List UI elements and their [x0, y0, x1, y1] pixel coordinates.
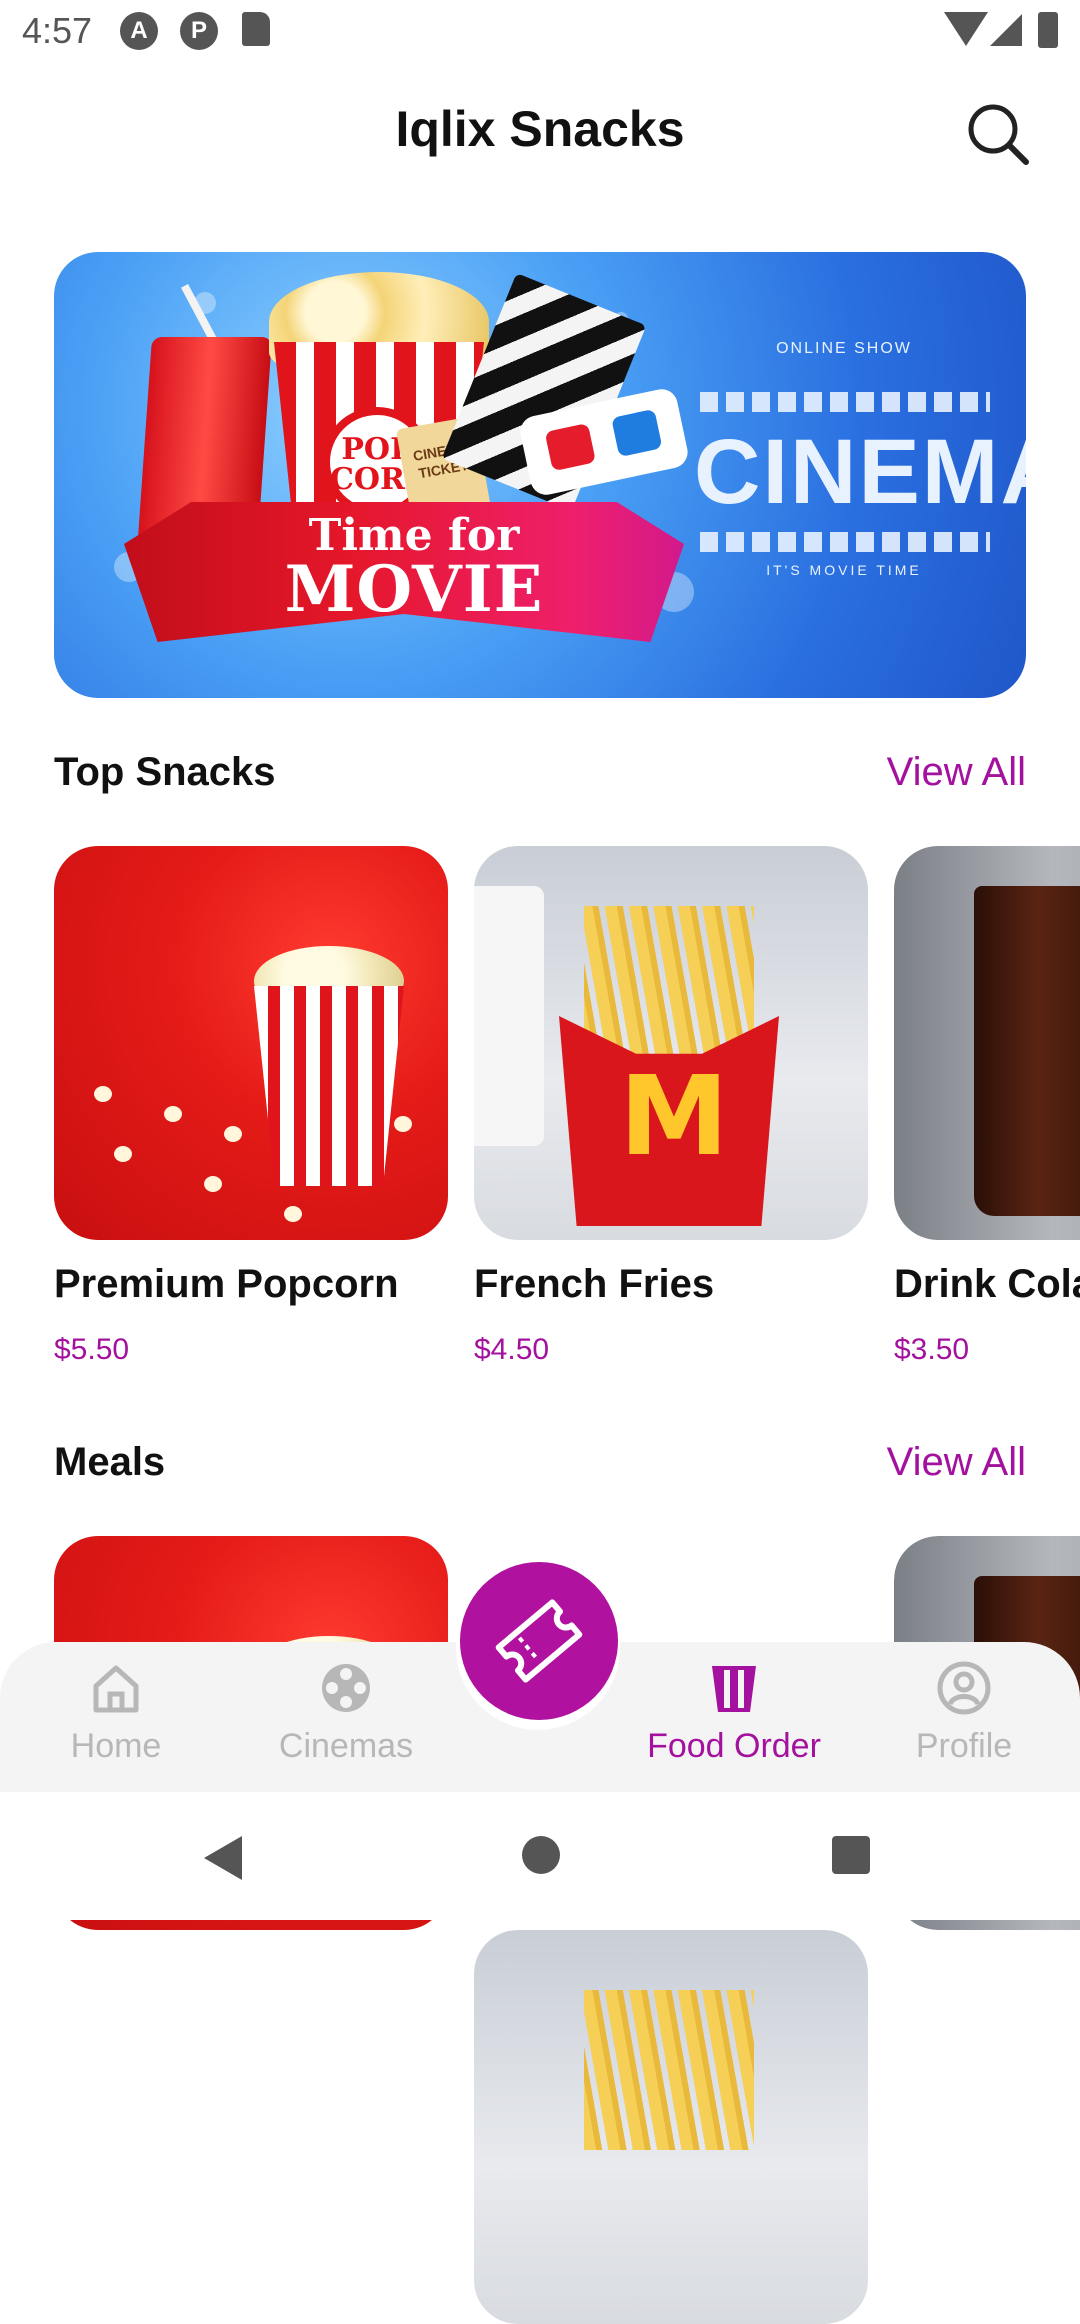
back-button[interactable]	[204, 1836, 242, 1880]
snack-image	[54, 846, 448, 1240]
film-strip-decoration	[700, 392, 990, 412]
snack-image	[894, 846, 1080, 1240]
nav-label: Profile	[915, 1727, 1013, 1765]
snack-card-french-fries[interactable]: M French Fries $4.50	[474, 846, 868, 1367]
film-reel-icon	[322, 1664, 370, 1712]
banner-headline: CINEMA	[694, 421, 1026, 523]
banner-badge-top: ONLINE SHOW	[776, 340, 912, 357]
cellular-signal-icon	[990, 14, 1022, 46]
snack-card-drink-cola[interactable]: Drink Cola $3.50	[894, 846, 1080, 1367]
nav-item-profile[interactable]: Profile	[864, 1660, 1064, 1766]
profile-icon	[937, 1661, 991, 1715]
nav-label: Cinemas	[278, 1727, 414, 1765]
sd-card-icon	[242, 12, 270, 46]
meals-view-all-link[interactable]: View All	[786, 1440, 1026, 1485]
snack-price: $5.50	[54, 1333, 130, 1366]
search-icon	[968, 104, 1029, 165]
snack-name: Drink Cola	[894, 1262, 1080, 1306]
nav-label: Home	[70, 1727, 162, 1765]
banner-badge-bottom: IT'S MOVIE TIME	[766, 562, 922, 578]
snack-name: Premium Popcorn	[54, 1262, 399, 1306]
snack-image: M	[474, 846, 868, 1240]
snack-price: $4.50	[474, 1333, 550, 1366]
snack-card-premium-popcorn[interactable]: Premium Popcorn $5.50	[54, 846, 448, 1367]
search-button[interactable]	[962, 98, 1034, 170]
nav-item-cinemas[interactable]: Cinemas	[246, 1660, 446, 1766]
status-time: 4:57	[22, 10, 93, 51]
home-icon	[93, 1665, 139, 1713]
top-snacks-view-all-link[interactable]: View All	[786, 750, 1026, 795]
film-strip-decoration	[700, 532, 990, 552]
recent-apps-button[interactable]	[832, 1836, 870, 1874]
banner-ribbon-line2: MOVIE	[284, 552, 544, 627]
battery-icon	[1038, 12, 1058, 48]
promo-banner[interactable]: POP CORN CINEMA TICKET Time for MOVIE ON…	[54, 252, 1026, 698]
notification-icon: P	[180, 12, 218, 50]
snack-name: French Fries	[474, 1262, 715, 1306]
nav-label: Food Order	[647, 1727, 821, 1765]
status-bar: 4:57 A P	[0, 0, 1080, 66]
nav-item-home[interactable]: Home	[16, 1660, 216, 1766]
meal-card[interactable]	[474, 1930, 868, 2324]
home-button[interactable]	[522, 1836, 560, 1874]
ticket-fab-button[interactable]	[460, 1562, 618, 1720]
snack-price: $3.50	[894, 1333, 970, 1366]
ticket-icon	[495, 1599, 583, 1683]
section-title-top-snacks: Top Snacks	[54, 750, 276, 794]
nav-item-food-order[interactable]: Food Order	[634, 1660, 834, 1766]
wifi-icon	[944, 12, 988, 46]
popcorn-icon	[712, 1666, 756, 1712]
section-title-meals: Meals	[54, 1440, 166, 1484]
page-title: Iqlix Snacks	[395, 101, 685, 157]
notification-icon: A	[120, 12, 158, 50]
